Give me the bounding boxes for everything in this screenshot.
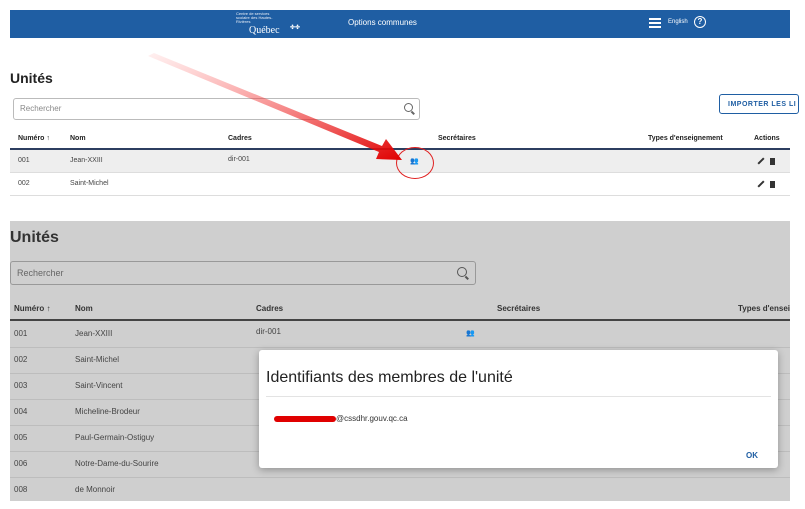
cell-numero: 001 — [14, 329, 28, 338]
column-secretaires[interactable]: Secrétaires — [497, 304, 540, 313]
column-types-enseignement[interactable]: Types d'enseig — [738, 304, 790, 313]
cell-cadres: dir-001 — [256, 327, 281, 336]
members-dialog: Identifiants des membres de l'unité @css… — [259, 350, 778, 468]
cell-nom: Saint-Michel — [75, 355, 120, 364]
group-icon[interactable]: 👥 — [466, 329, 475, 337]
cell-numero: 003 — [14, 381, 28, 390]
cell-nom: Saint-Vincent — [75, 381, 123, 390]
column-cadres[interactable]: Cadres — [256, 304, 283, 313]
search-placeholder: Rechercher — [17, 268, 64, 278]
page-title: Unités — [10, 229, 59, 246]
table-header: Numéro ↑ Nom Cadres Secrétaires Types d'… — [10, 297, 790, 321]
cell-nom: Micheline-Brodeur — [75, 407, 140, 416]
cell-numero: 006 — [14, 459, 28, 468]
ok-button[interactable]: OK — [746, 451, 758, 460]
cell-numero: 002 — [14, 355, 28, 364]
cell-numero: 008 — [14, 485, 28, 494]
cell-numero: 004 — [14, 407, 28, 416]
cell-numero: 005 — [14, 433, 28, 442]
search-input[interactable]: Rechercher — [10, 261, 476, 285]
search-icon[interactable] — [457, 267, 467, 277]
redacted-username — [274, 416, 336, 422]
table-row[interactable]: 008 de Monnoir — [10, 477, 790, 501]
table-row[interactable]: 001 Jean-XXIII dir-001 👥 — [10, 321, 790, 348]
cell-nom: Notre-Dame-du-Sourire — [75, 459, 159, 468]
member-email-domain: @cssdhr.gouv.qc.ca — [336, 414, 408, 423]
dialog-divider — [266, 396, 771, 397]
cell-nom: de Monnoir — [75, 485, 116, 494]
cell-nom: Paul-Germain-Ostiguy — [75, 433, 155, 442]
column-nom[interactable]: Nom — [75, 304, 93, 313]
cell-nom: Jean-XXIII — [75, 329, 113, 338]
dialog-title: Identifiants des membres de l'unité — [266, 369, 513, 386]
column-numero[interactable]: Numéro ↑ — [14, 304, 50, 313]
